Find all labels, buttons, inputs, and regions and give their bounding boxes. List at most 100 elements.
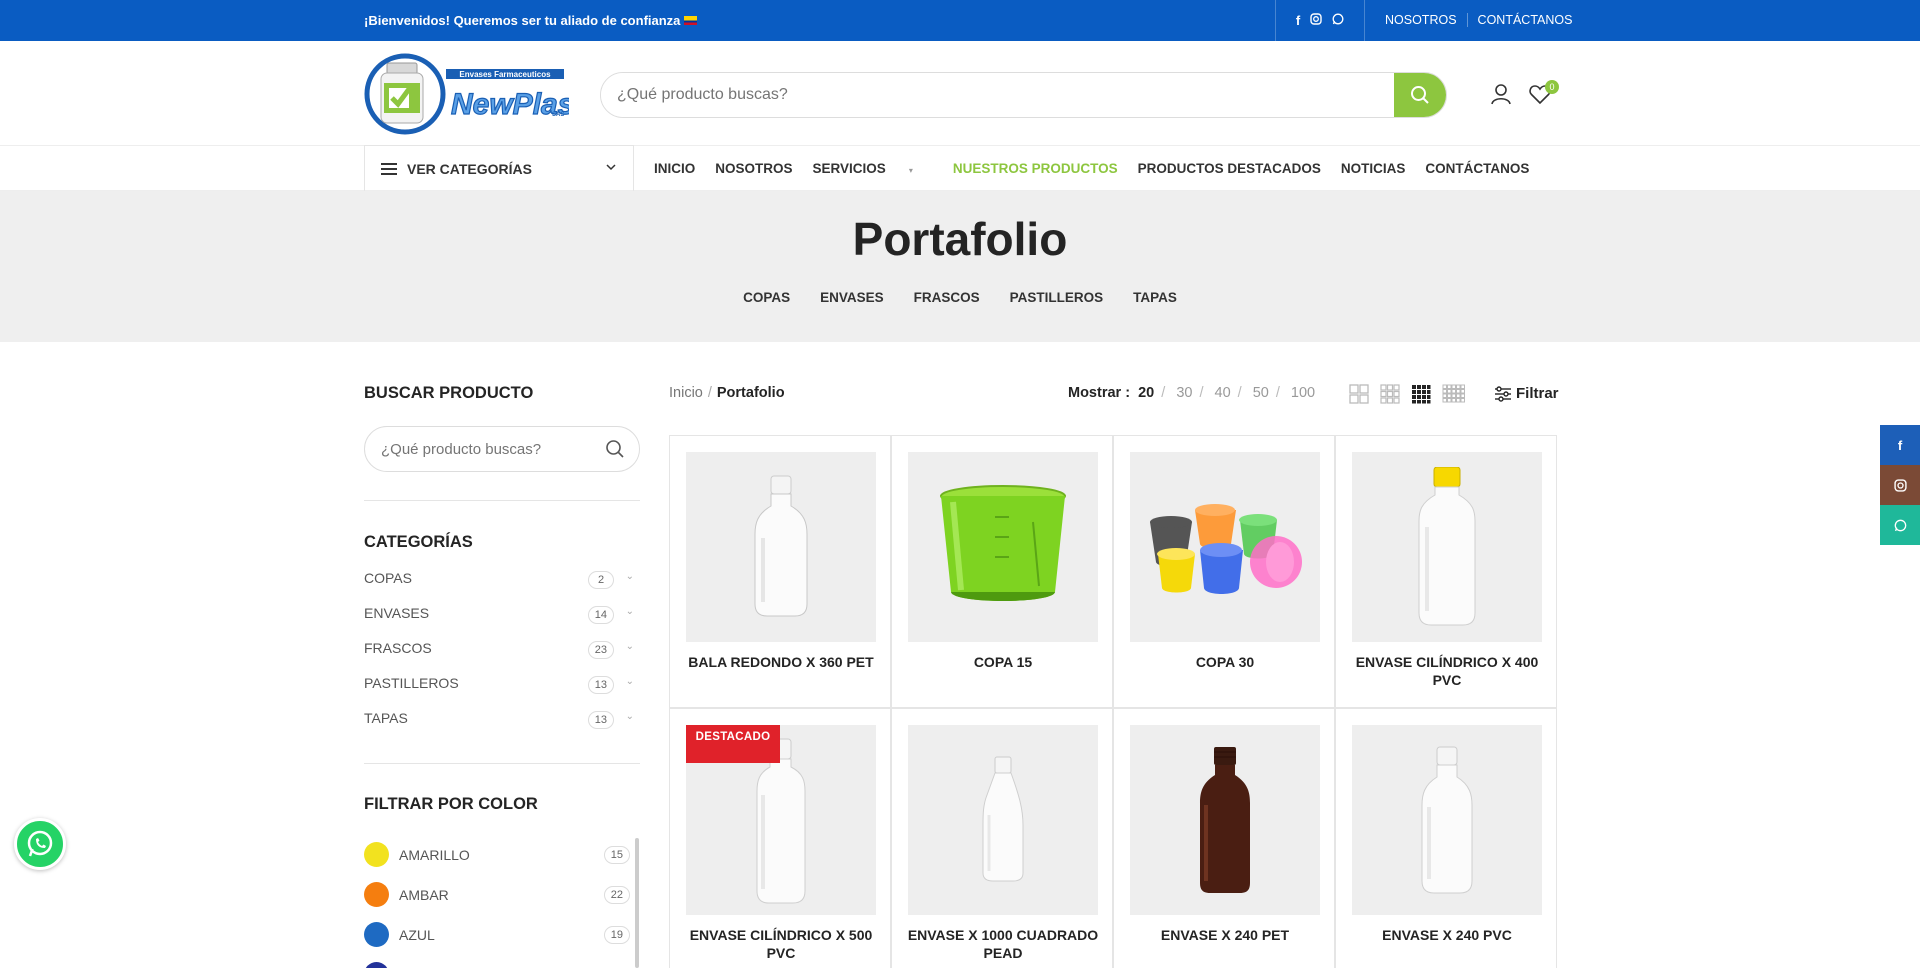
color-count: 19: [603, 926, 630, 944]
product-card[interactable]: ENVASE X 240 PVC: [1335, 708, 1557, 968]
hamburger-icon: [381, 162, 397, 175]
chevron-down-icon[interactable]: ⌄: [626, 571, 634, 582]
chevron-down-icon[interactable]: ⌄: [626, 711, 634, 722]
color-item-partial[interactable]: [364, 962, 640, 968]
color-item-amarillo[interactable]: AMARILLO 15: [364, 842, 640, 882]
product-name[interactable]: ENVASE X 1000 CUADRADO PEAD: [900, 926, 1106, 962]
floating-social-bar: f: [1880, 425, 1920, 545]
product-card[interactable]: ENVASE X 1000 CUADRADO PEAD: [891, 708, 1113, 968]
per-page-40[interactable]: 40: [1215, 385, 1231, 401]
per-page-20[interactable]: 20: [1138, 385, 1154, 401]
breadcrumb-current: Portafolio: [716, 385, 785, 401]
nav-item-nosotros[interactable]: NOSOTROS: [715, 161, 792, 176]
category-item-tapas[interactable]: TAPAS 13 ⌄: [364, 710, 640, 745]
color-swatch: [364, 922, 389, 947]
grid-2-icon[interactable]: [1349, 384, 1369, 404]
wishlist-count-badge: 0: [1545, 80, 1559, 94]
hero-category-pastilleros[interactable]: PASTILLEROS: [1010, 290, 1104, 305]
nav-item-inicio[interactable]: INICIO: [654, 161, 695, 176]
facebook-icon[interactable]: f: [1296, 13, 1300, 28]
sidebar-search-title: BUSCAR PRODUCTO: [364, 384, 534, 402]
grid-5-icon[interactable]: [1442, 384, 1466, 404]
hero-category-envases[interactable]: ENVASES: [820, 290, 884, 305]
sidebar-search: [364, 426, 640, 472]
product-card[interactable]: DESTACADO ENVASE CILÍNDRICO X 500 PVC: [669, 708, 891, 968]
top-link-contactanos[interactable]: CONTÁCTANOS: [1466, 13, 1583, 27]
whatsapp-icon[interactable]: [1332, 13, 1344, 28]
nav-item-productos-destacados[interactable]: PRODUCTOS DESTACADOS: [1138, 161, 1321, 176]
whatsapp-icon[interactable]: [1880, 505, 1920, 545]
per-page-selector: Mostrar : 20/ 30/ 40/ 50/ 100: [1068, 385, 1316, 401]
categories-dropdown-button[interactable]: VER CATEGORÍAS: [364, 145, 634, 192]
hero-category-links: COPAS ENVASES FRASCOS PASTILLEROS TAPAS: [0, 290, 1920, 305]
color-list-scrollbar[interactable]: [635, 838, 639, 968]
top-links: NOSOTROS CONTÁCTANOS: [1375, 13, 1582, 27]
product-card[interactable]: COPA 30: [1113, 435, 1335, 708]
sidebar-search-input[interactable]: [365, 427, 595, 471]
chevron-down-icon[interactable]: ⌄: [626, 606, 634, 617]
hero-category-tapas[interactable]: TAPAS: [1133, 290, 1177, 305]
menu: INICIO NOSOTROS SERVICIOS ▾ NUESTROS PROD…: [654, 161, 1549, 176]
product-image-white-bottle-yellow-cap[interactable]: [1352, 452, 1542, 642]
product-image-white-bottle[interactable]: [1352, 725, 1542, 915]
category-item-envases[interactable]: ENVASES 14 ⌄: [364, 605, 640, 640]
show-label: Mostrar :: [1068, 385, 1131, 401]
newplast-logo[interactable]: Envases Farmaceuticos NewPlast SAS: [364, 53, 587, 135]
product-card[interactable]: ENVASE X 240 PET: [1113, 708, 1335, 968]
per-page-50[interactable]: 50: [1253, 385, 1269, 401]
product-name[interactable]: BALA REDONDO X 360 PET: [678, 653, 884, 671]
category-item-pastilleros[interactable]: PASTILLEROS 13 ⌄: [364, 675, 640, 710]
top-link-nosotros[interactable]: NOSOTROS: [1375, 13, 1467, 27]
category-count: 2: [588, 571, 614, 589]
color-item-azul[interactable]: AZUL 19: [364, 922, 640, 962]
product-card[interactable]: BALA REDONDO X 360 PET: [669, 435, 891, 708]
nav-item-contactanos[interactable]: CONTÁCTANOS: [1425, 161, 1529, 176]
hero-category-copas[interactable]: COPAS: [743, 290, 790, 305]
category-item-frascos[interactable]: FRASCOS 23 ⌄: [364, 640, 640, 675]
product-image-green-measuring-cup[interactable]: [908, 452, 1098, 642]
category-item-copas[interactable]: COPAS 2 ⌄: [364, 570, 640, 605]
instagram-icon[interactable]: [1310, 13, 1322, 28]
product-image-white-flat-bottle[interactable]: [908, 725, 1098, 915]
facebook-icon[interactable]: f: [1880, 425, 1920, 465]
product-name[interactable]: ENVASE X 240 PET: [1122, 926, 1328, 944]
breadcrumb-home[interactable]: Inicio: [669, 385, 703, 401]
hero-category-frascos[interactable]: FRASCOS: [914, 290, 980, 305]
product-card[interactable]: COPA 15: [891, 435, 1113, 708]
chevron-down-icon[interactable]: ⌄: [626, 641, 634, 652]
nav-item-noticias[interactable]: NOTICIAS: [1341, 161, 1406, 176]
product-name[interactable]: ENVASE X 240 PVC: [1344, 926, 1550, 944]
product-name[interactable]: COPA 15: [900, 653, 1106, 671]
category-count: 23: [587, 641, 614, 659]
chevron-down-icon[interactable]: ⌄: [626, 676, 634, 687]
color-swatch: [364, 842, 389, 867]
nav-item-nuestros-productos[interactable]: NUESTROS PRODUCTOS: [953, 161, 1118, 176]
page-hero: Portafolio COPAS ENVASES FRASCOS PASTILL…: [0, 191, 1920, 342]
header-search: [600, 72, 1447, 118]
product-name[interactable]: ENVASE CILÍNDRICO X 500 PVC: [678, 926, 884, 962]
welcome-message: ¡Bienvenidos! Queremos ser tu aliado de …: [364, 13, 698, 28]
color-filter-list: AMARILLO 15 AMBAR 22 AZUL 19: [364, 842, 640, 968]
nav-item-servicios[interactable]: SERVICIOS ▾: [813, 161, 933, 176]
header-search-button[interactable]: [1394, 73, 1446, 117]
per-page-100[interactable]: 100: [1291, 385, 1315, 401]
product-image-white-round-bottle[interactable]: [686, 452, 876, 642]
grid-4-icon[interactable]: [1411, 384, 1431, 404]
product-name[interactable]: ENVASE CILÍNDRICO X 400 PVC: [1344, 653, 1550, 689]
product-name[interactable]: COPA 30: [1122, 653, 1328, 671]
grid-3-icon[interactable]: [1380, 384, 1400, 404]
per-page-30[interactable]: 30: [1176, 385, 1192, 401]
product-image-amber-bottle[interactable]: [1130, 725, 1320, 915]
product-card[interactable]: ENVASE CILÍNDRICO X 400 PVC: [1335, 435, 1557, 708]
category-count: 14: [587, 606, 614, 624]
whatsapp-chat-button[interactable]: [14, 818, 66, 870]
svg-text:SAS: SAS: [552, 112, 564, 118]
product-image-colored-cups[interactable]: [1130, 452, 1320, 642]
header-search-input[interactable]: [601, 73, 1396, 117]
user-icon[interactable]: [1489, 82, 1513, 106]
filter-button[interactable]: Filtrar: [1494, 385, 1559, 402]
color-item-ambar[interactable]: AMBAR 22: [364, 882, 640, 922]
instagram-icon[interactable]: [1880, 465, 1920, 505]
search-icon[interactable]: [605, 439, 625, 459]
page: ¡Bienvenidos! Queremos ser tu aliado de …: [0, 0, 1920, 968]
